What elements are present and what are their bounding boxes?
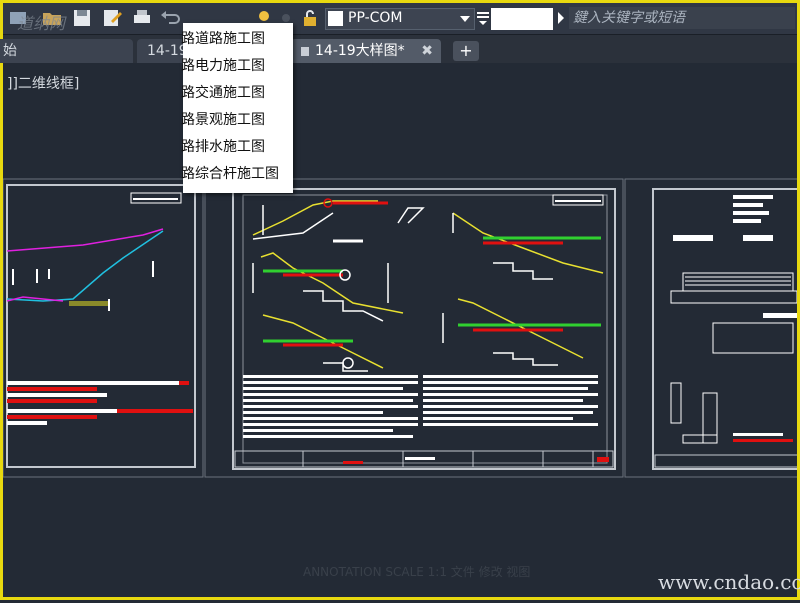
table-bars-left: [7, 381, 193, 425]
section-detail-2: [452, 212, 604, 280]
layer-dropdown[interactable]: PP-COM: [325, 8, 475, 30]
lock-icon: [301, 47, 309, 56]
close-icon[interactable]: ✖: [421, 39, 433, 63]
quick-access-toolbar: PP-COM: [3, 3, 797, 35]
tab-start[interactable]: 始: [0, 39, 133, 63]
profile-line-magenta: [6, 228, 164, 252]
drawing-canvas[interactable]: [3, 63, 797, 603]
watermark-top: 道纳网: [17, 14, 66, 33]
new-tab-button[interactable]: +: [453, 41, 479, 61]
menu-item-road[interactable]: 路道路施工图: [181, 28, 265, 48]
search-input[interactable]: [569, 7, 795, 29]
edit-icon[interactable]: [101, 7, 123, 29]
profile-line-cyan: [6, 230, 164, 302]
sheet-border-left: [3, 178, 204, 478]
dropdown-menu: 路道路施工图 路电力施工图 路交通施工图 路景观施工图 路排水施工图 路综合杆施…: [181, 23, 293, 193]
menu-item-pole[interactable]: 路综合杆施工图: [181, 163, 279, 183]
chevron-down-icon: [460, 16, 470, 22]
menu-item-drainage[interactable]: 路排水施工图: [181, 136, 265, 156]
section-detail-4: [442, 298, 601, 366]
sheet-border-right: [624, 178, 797, 478]
menu-item-traffic[interactable]: 路交通施工图: [181, 82, 265, 102]
structure-detail-right: [654, 195, 797, 468]
print-icon[interactable]: [131, 7, 153, 29]
lock-icon[interactable]: [299, 7, 321, 29]
drawing-sheet-right: [652, 188, 797, 470]
save-icon[interactable]: [71, 7, 93, 29]
section-detail-5: [262, 314, 384, 372]
color-selector[interactable]: [491, 8, 553, 30]
menu-item-power[interactable]: 路电力施工图: [181, 55, 265, 75]
status-text: ANNOTATION SCALE 1:1 文件 修改 视图: [303, 565, 531, 579]
watermark-bottom: www.cndao.com: [658, 570, 800, 594]
notes-text-middle: [243, 375, 598, 438]
sheet-border-middle: [204, 178, 624, 478]
layer-color-swatch: [328, 11, 343, 26]
undo-icon[interactable]: [159, 7, 181, 29]
tab-label: 始: [3, 43, 17, 59]
document-tab-bar: 始 14-19 14-19大样图* ✖: [0, 35, 797, 63]
menu-item-landscape[interactable]: 路景观施工图: [181, 109, 265, 129]
section-detail-1: [252, 198, 425, 243]
title-block-middle: [234, 450, 614, 468]
tab-label: 14-19大样图*: [315, 43, 405, 59]
section-detail-3: [252, 252, 404, 322]
tab-14-19-detail[interactable]: 14-19大样图* ✖: [291, 39, 441, 63]
layer-name: PP-COM: [348, 10, 403, 26]
expand-arrow-icon[interactable]: [558, 12, 564, 24]
